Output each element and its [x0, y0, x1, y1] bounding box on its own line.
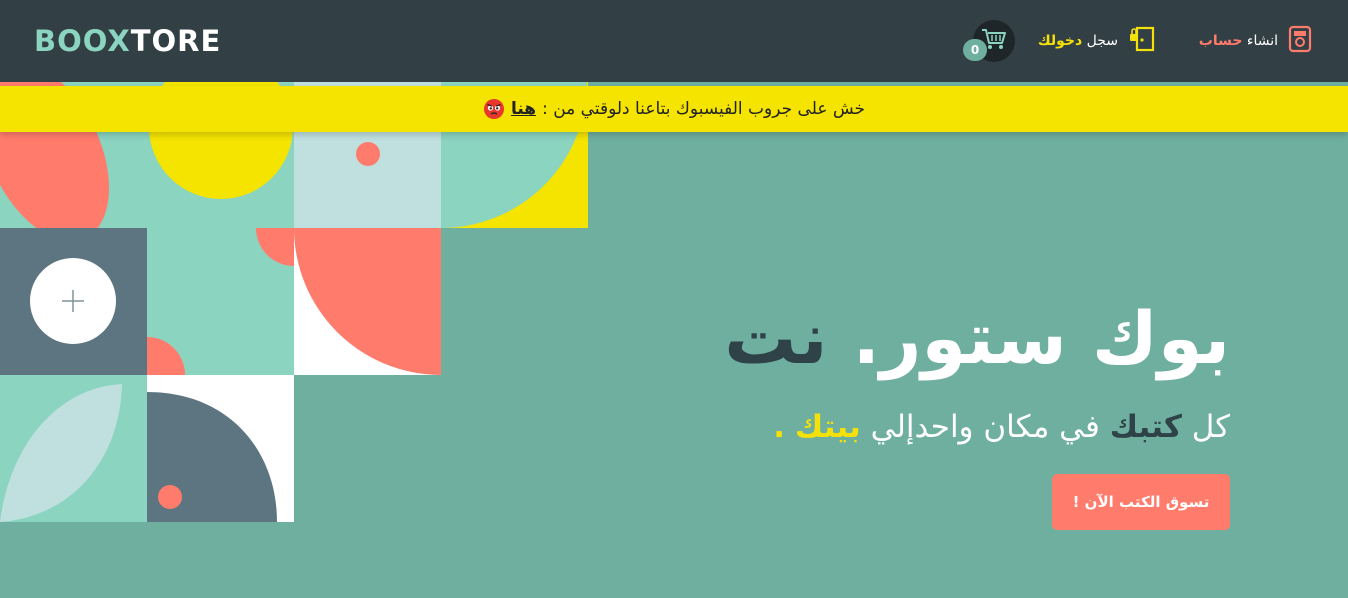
- subtitle-part-3: في مكان واحدإلي: [870, 409, 1100, 445]
- top-navbar: BOOXTORE انشاء حساب سجل دخولك 0: [0, 0, 1348, 82]
- hero-title-main: بوك ستور.: [852, 296, 1230, 380]
- facebook-group-notice: خش على جروب الفيسبوك بتاعنا دلوقتي من : …: [0, 86, 1348, 132]
- logo[interactable]: BOOXTORE: [34, 24, 221, 58]
- notice-text: خش على جروب الفيسبوك بتاعنا دلوقتي من :: [542, 99, 866, 119]
- login-label: سجل دخولك: [1038, 33, 1118, 49]
- signup-label-highlight: حساب: [1198, 33, 1243, 49]
- cart-count-badge: 0: [963, 39, 987, 61]
- login-link[interactable]: سجل دخولك: [1038, 26, 1156, 56]
- shop-now-button[interactable]: تسوق الكتب الآن !: [1052, 474, 1230, 530]
- signup-label-prefix: انشاء: [1246, 33, 1278, 49]
- logo-rest: TORE: [130, 24, 222, 58]
- signup-icon: [1288, 25, 1312, 57]
- logo-accent: BOOX: [34, 24, 131, 58]
- subtitle-part-4: بيتك: [794, 409, 861, 445]
- subtitle-part-2: كتبك: [1109, 409, 1182, 445]
- page: BOOXTORE انشاء حساب سجل دخولك 0 خش على ج…: [0, 0, 1348, 598]
- login-label-prefix: سجل: [1086, 33, 1118, 49]
- login-label-highlight: دخولك: [1037, 33, 1083, 49]
- signup-label: انشاء حساب: [1199, 33, 1278, 49]
- decorative-mosaic: [0, 82, 588, 522]
- hero-title: بوك ستور. نت: [724, 290, 1230, 386]
- hero-subtitle: كل كتبك في مكان واحدإلي بيتك .: [773, 405, 1230, 449]
- subtitle-part-1: كل: [1191, 409, 1230, 445]
- subtitle-part-5: .: [773, 409, 786, 445]
- angry-face-icon: [483, 98, 505, 120]
- hero-title-suffix: نت: [724, 296, 828, 380]
- notice-link[interactable]: هنا: [511, 99, 536, 119]
- login-door-icon: [1128, 25, 1156, 57]
- signup-link[interactable]: انشاء حساب: [1199, 25, 1312, 57]
